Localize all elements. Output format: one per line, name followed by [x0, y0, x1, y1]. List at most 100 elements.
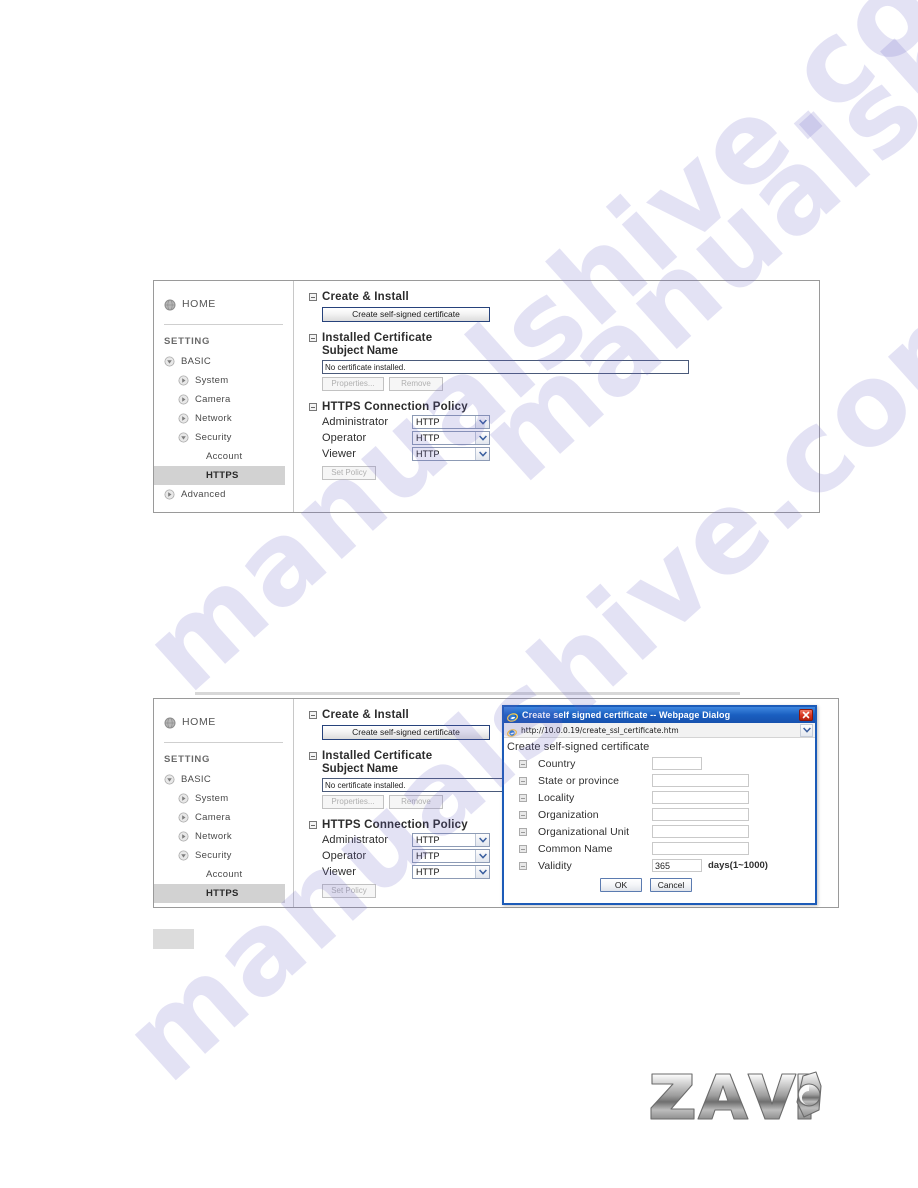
collapse-toggle-icon[interactable]	[309, 711, 317, 719]
sidebar-item-security[interactable]: Security	[154, 846, 293, 865]
administrator-policy-select[interactable]: HTTP	[412, 414, 490, 429]
sidebar-item-account[interactable]: Account	[154, 865, 293, 884]
collapse-toggle-icon[interactable]	[309, 403, 317, 411]
sidebar-item-label: HTTPS	[206, 888, 239, 899]
field-marker-icon	[519, 776, 527, 785]
collapse-toggle-icon[interactable]	[309, 293, 317, 301]
operator-policy-select[interactable]: HTTP	[412, 430, 490, 445]
sidebar-item-camera[interactable]: Camera	[154, 390, 293, 409]
sidebar-item-advanced[interactable]: Advanced	[154, 903, 293, 907]
section-https-connection-policy: HTTPS Connection Policy	[309, 401, 819, 413]
sidebar-item-basic[interactable]: BASIC	[154, 770, 293, 789]
sidebar-item-network[interactable]: Network	[154, 409, 293, 428]
administrator-policy-select[interactable]: HTTP	[412, 832, 490, 847]
collapse-toggle-icon[interactable]	[309, 821, 317, 829]
select-value: HTTP	[416, 432, 440, 443]
organization-field[interactable]	[652, 808, 749, 821]
select-value: HTTP	[416, 416, 440, 427]
viewer-policy-select[interactable]: HTTP	[412, 446, 490, 461]
dialog-titlebar[interactable]: Create self signed certificate -- Webpag…	[504, 707, 815, 723]
section-title: Create & Install	[322, 709, 409, 721]
sidebar-item-system[interactable]: System	[154, 371, 293, 390]
policy-row: Administrator HTTP	[322, 414, 819, 429]
field-label: Country	[538, 757, 576, 770]
field-label: Validity	[538, 859, 572, 872]
sidebar-item-basic[interactable]: BASIC	[154, 352, 293, 371]
chevron-down-icon	[475, 431, 489, 444]
sidebar-item-network[interactable]: Network	[154, 827, 293, 846]
state-or-province-field[interactable]	[652, 774, 749, 787]
sidebar-item-https[interactable]: HTTPS	[154, 884, 285, 903]
sidebar-item-security[interactable]: Security	[154, 428, 293, 447]
field-marker-icon	[519, 844, 527, 853]
field-marker-icon	[519, 827, 527, 836]
form-row-common-name: Common Name	[507, 840, 815, 857]
sidebar-item-home[interactable]: HOME	[154, 281, 293, 315]
policy-role-label: Viewer	[322, 447, 357, 460]
subject-name-label: Subject Name	[322, 345, 399, 357]
sidebar-item-camera[interactable]: Camera	[154, 808, 293, 827]
locality-field[interactable]	[652, 791, 749, 804]
triangle-down-icon	[178, 850, 189, 861]
sidebar-item-system[interactable]: System	[154, 789, 293, 808]
sidebar-item-home[interactable]: HOME	[154, 699, 293, 733]
sidebar-item-label: Camera	[195, 394, 231, 405]
field-label: State or province	[538, 774, 620, 787]
triangle-down-icon	[178, 432, 189, 443]
sidebar-item-label: Network	[195, 413, 232, 424]
operator-policy-select[interactable]: HTTP	[412, 848, 490, 863]
form-row-organizational-unit: Organizational Unit	[507, 823, 815, 840]
sidebar-item-label: Network	[195, 831, 232, 842]
page-watermark: manualshive.com manualshive.com manualsh…	[0, 0, 918, 1188]
triangle-right-icon	[178, 812, 189, 823]
section-title: HTTPS Connection Policy	[322, 819, 468, 831]
sidebar-item-label: System	[195, 793, 229, 804]
remove-button[interactable]: Remove	[389, 377, 443, 391]
policy-row: Viewer HTTP	[322, 446, 819, 461]
properties-button[interactable]: Properties...	[322, 795, 384, 809]
triangle-right-icon	[164, 489, 175, 500]
settings-content: Create & Install Create self-signed cert…	[294, 281, 819, 512]
remove-button[interactable]: Remove	[389, 795, 443, 809]
properties-button[interactable]: Properties...	[322, 377, 384, 391]
collapse-toggle-icon[interactable]	[309, 752, 317, 760]
dialog-body: Create self-signed certificate Country S…	[504, 738, 815, 892]
dialog-title: Create self signed certificate -- Webpag…	[522, 710, 731, 720]
sidebar-item-label: Account	[206, 869, 243, 880]
policy-table: Administrator HTTP Operator HTTP Viewer …	[322, 414, 819, 480]
ok-button[interactable]: OK	[600, 878, 642, 892]
close-icon[interactable]	[799, 709, 813, 721]
collapse-toggle-icon[interactable]	[309, 334, 317, 342]
viewer-policy-select[interactable]: HTTP	[412, 864, 490, 879]
set-policy-button[interactable]: Set Policy	[322, 884, 376, 898]
validity-field[interactable]	[652, 859, 702, 872]
settings-panel-before: HOME SETTING BASIC System Camera Network…	[153, 280, 820, 513]
sidebar-item-account[interactable]: Account	[154, 447, 293, 466]
form-row-state: State or province	[507, 772, 815, 789]
common-name-field[interactable]	[652, 842, 749, 855]
dialog-address-bar[interactable]: http://10.0.0.19/create_ssl_certificate.…	[504, 723, 815, 738]
country-field[interactable]	[652, 757, 702, 770]
policy-role-label: Viewer	[322, 865, 357, 878]
create-self-signed-certificate-button[interactable]: Create self-signed certificate	[322, 725, 490, 740]
form-row-locality: Locality	[507, 789, 815, 806]
triangle-right-icon	[178, 375, 189, 386]
subject-name-field[interactable]	[322, 360, 689, 374]
sidebar-item-advanced[interactable]: Advanced	[154, 485, 293, 504]
set-policy-button[interactable]: Set Policy	[322, 466, 376, 480]
chevron-down-icon	[475, 415, 489, 428]
policy-role-label: Administrator	[322, 833, 389, 846]
cancel-button[interactable]: Cancel	[650, 878, 692, 892]
sidebar-nav-list: BASIC System Camera Network Security Acc…	[154, 770, 293, 907]
select-value: HTTP	[416, 448, 440, 459]
sidebar-item-https[interactable]: HTTPS	[154, 466, 285, 485]
internet-explorer-icon	[507, 725, 517, 737]
dialog-button-row: OK Cancel	[600, 878, 815, 892]
field-label: Locality	[538, 791, 575, 804]
organizational-unit-field[interactable]	[652, 825, 749, 838]
chevron-down-icon[interactable]	[800, 723, 813, 737]
sidebar: HOME SETTING BASIC System Camera Network…	[154, 281, 294, 512]
create-self-signed-certificate-button[interactable]: Create self-signed certificate	[322, 307, 490, 322]
home-label: HOME	[182, 298, 216, 310]
field-marker-icon	[519, 759, 527, 768]
